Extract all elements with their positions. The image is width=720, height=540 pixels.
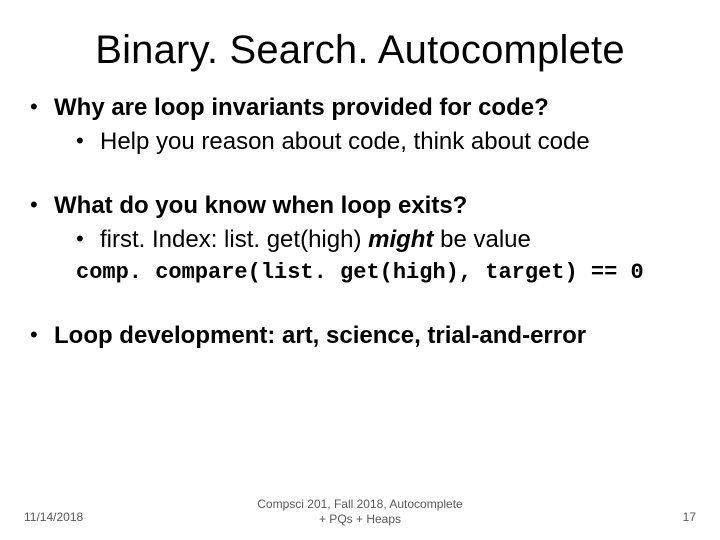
sub-text-post: be value [433,226,530,253]
bullet-item-2: • What do you know when loop exits? • fi… [30,191,690,287]
sub-text: first. Index: list. get(high) might be v… [100,225,690,255]
sub-text-em: might [368,226,433,253]
bullet-item-1: • Why are loop invariants provided for c… [30,93,690,157]
sub-item: • first. Index: list. get(high) might be… [76,225,690,255]
sub-list: • first. Index: list. get(high) might be… [30,225,690,255]
sub-text: Help you reason about code, think about … [100,127,690,157]
bullet-icon: • [76,127,100,156]
bullet-text: What do you know when loop exits? [54,191,690,221]
slide-content: • Why are loop invariants provided for c… [0,73,720,351]
bullet-text: Loop development: art, science, trial-an… [54,321,690,351]
footer-page-number: 17 [683,510,696,524]
bullet-list: • Why are loop invariants provided for c… [30,93,690,351]
bullet-icon: • [76,225,100,254]
bullet-icon: • [30,321,54,350]
code-line: comp. compare(list. get(high), target) =… [30,259,690,287]
sub-list: • Help you reason about code, think abou… [30,127,690,157]
sub-text-pre: first. Index: list. get(high) [100,226,368,253]
bullet-icon: • [30,93,54,122]
bullet-text: Why are loop invariants provided for cod… [54,93,690,123]
slide: Binary. Search. Autocomplete • Why are l… [0,0,720,540]
footer-center-line1: Compsci 201, Fall 2018, Autocomplete [0,497,720,511]
sub-item: • Help you reason about code, think abou… [76,127,690,157]
footer-center-line2: + PQs + Heaps [0,512,720,526]
slide-title: Binary. Search. Autocomplete [0,0,720,73]
bullet-row: • Why are loop invariants provided for c… [30,93,690,123]
bullet-item-3: • Loop development: art, science, trial-… [30,321,690,351]
bullet-icon: • [30,191,54,220]
bullet-row: • Loop development: art, science, trial-… [30,321,690,351]
footer: 11/14/2018 Compsci 201, Fall 2018, Autoc… [0,496,720,526]
bullet-row: • What do you know when loop exits? [30,191,690,221]
footer-center: Compsci 201, Fall 2018, Autocomplete + P… [0,497,720,526]
